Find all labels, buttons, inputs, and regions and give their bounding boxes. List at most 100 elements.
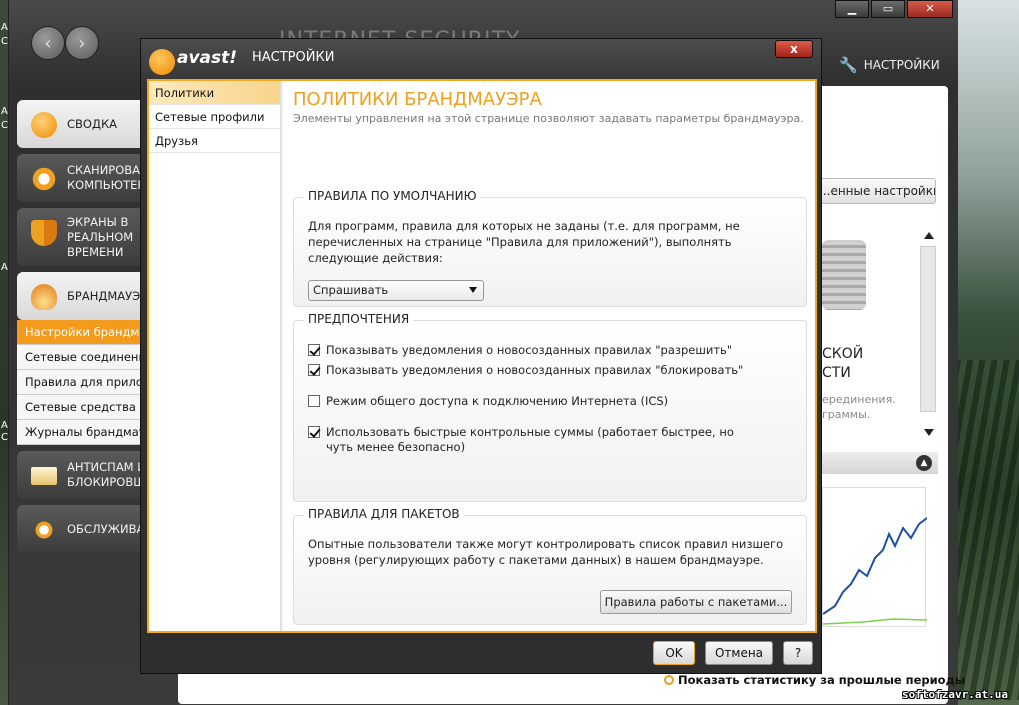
pref-ics-mode[interactable]: Режим общего доступа к подключению Интер… bbox=[308, 394, 792, 409]
nav-firewall-label: БРАНДМАУЭР bbox=[67, 289, 148, 303]
dialog-title: НАСТРОЙКИ bbox=[252, 50, 335, 65]
forward-arrow-icon[interactable]: › bbox=[65, 26, 99, 60]
default-action-select[interactable]: Спрашивать bbox=[308, 280, 484, 301]
nav-shields[interactable]: ЭКРАНЫ В РЕАЛЬНОМ ВРЕМЕНИ bbox=[17, 208, 151, 266]
background-text-fragment: ерединения. граммы. bbox=[822, 393, 896, 421]
pref-label: Режим общего доступа к подключению Интер… bbox=[326, 394, 669, 408]
settings-link-label: НАСТРОЙКИ bbox=[863, 58, 940, 72]
window-close-button[interactable]: ✕ bbox=[907, 0, 953, 18]
dialog-close-button[interactable]: x bbox=[775, 40, 813, 58]
pref-notify-block[interactable]: Показывать уведомления о новосозданных п… bbox=[308, 363, 792, 378]
avast-ball-icon bbox=[149, 49, 175, 75]
pref-label: Показывать уведомления о новосозданных п… bbox=[326, 363, 744, 377]
nav-antispam-label: АНТИСПАМ И БЛОКИРОВЩИК bbox=[67, 460, 151, 489]
background-text-fragment: СКОЙ СТИ bbox=[822, 346, 864, 381]
traffic-line-outgoing bbox=[822, 618, 928, 625]
dialog-content-frame: Политики Сетевые профили Друзья ПОЛИТИКИ… bbox=[147, 79, 817, 633]
maximize-button[interactable]: ▭ bbox=[871, 0, 905, 18]
sidebar-item-policies[interactable]: Политики bbox=[149, 81, 280, 105]
page-title: ПОЛИТИКИ БРАНДМАУЭРА bbox=[293, 89, 542, 110]
sidebar-item-friends[interactable]: Друзья bbox=[149, 129, 280, 153]
sidebar-item-network-profiles[interactable]: Сетевые профили bbox=[149, 105, 280, 129]
background-scrollbar[interactable] bbox=[920, 230, 936, 438]
nav-scan-label: СКАНИРОВАТЬ КОМПЬЮТЕР bbox=[67, 163, 151, 192]
minimize-button[interactable]: ▁ bbox=[835, 0, 869, 18]
traffic-graph bbox=[822, 487, 928, 627]
server-stack-icon bbox=[822, 240, 866, 310]
avast-logo-word: avast! bbox=[177, 48, 238, 68]
pref-label: Показывать уведомления о новосозданных п… bbox=[326, 343, 733, 357]
nav-antispam[interactable]: АНТИСПАМ И БЛОКИРОВЩИК bbox=[17, 451, 151, 499]
mail-envelope-icon bbox=[31, 467, 57, 485]
collapse-up-icon[interactable]: ▲ bbox=[916, 455, 932, 471]
packet-rules-description: Опытные пользователи также могут контрол… bbox=[308, 537, 784, 567]
desktop-icon-label: A bbox=[1, 262, 8, 273]
checkbox-icon[interactable] bbox=[308, 344, 320, 356]
pref-label: Использовать быстрые контрольные суммы (… bbox=[326, 425, 734, 454]
submenu-firewall-settings[interactable]: Настройки брандмауэра bbox=[17, 320, 151, 345]
traffic-line-incoming bbox=[822, 517, 928, 615]
checkbox-icon[interactable] bbox=[308, 364, 320, 376]
scan-magnifier-icon bbox=[31, 166, 57, 192]
nav-scan[interactable]: СКАНИРОВАТЬ КОМПЬЮТЕР bbox=[17, 154, 151, 202]
traffic-graph-svg bbox=[822, 517, 928, 625]
firewall-submenu: Настройки брандмауэра Сетевые соединения… bbox=[17, 320, 151, 445]
preferences-group: ПРЕДПОЧТЕНИЯ Показывать уведомления о но… bbox=[293, 312, 807, 502]
nav-shields-label: ЭКРАНЫ В РЕАЛЬНОМ ВРЕМЕНИ bbox=[67, 214, 134, 259]
submenu-application-rules[interactable]: Правила для приложений bbox=[17, 370, 151, 395]
page-subtitle: Элементы управления на этой странице поз… bbox=[293, 112, 804, 125]
watermark: softofzavr.at.ua bbox=[902, 688, 1008, 701]
desktop-icon-label: C bbox=[1, 432, 8, 443]
nav-summary-label: СВОДКА bbox=[67, 117, 117, 131]
desktop-icon-label: A bbox=[1, 22, 8, 33]
pref-fast-checksums[interactable]: Использовать быстрые контрольные суммы (… bbox=[308, 425, 792, 455]
chevron-down-icon bbox=[469, 287, 477, 293]
desktop-icon-label: C bbox=[1, 36, 8, 47]
submenu-firewall-logs[interactable]: Журналы брандмауэра bbox=[17, 420, 151, 445]
shield-icon bbox=[31, 220, 57, 246]
nav-summary[interactable]: СВОДКА bbox=[17, 100, 151, 148]
default-rules-description: Для программ, правила для которых не зад… bbox=[308, 219, 740, 265]
desktop-icon-label: A bbox=[1, 420, 8, 431]
desktop-icon-label: A bbox=[1, 106, 8, 117]
show-history-label: Показать статистику за прошлые периоды bbox=[678, 673, 966, 687]
show-history-option[interactable]: Показать статистику за прошлые периоды bbox=[664, 673, 965, 687]
avast-logo: avast! bbox=[149, 47, 237, 77]
default-rules-group: ПРАВИЛА ПО УМОЛЧАНИЮ Для программ, прави… bbox=[293, 189, 807, 307]
checkbox-icon[interactable] bbox=[308, 426, 320, 438]
collapse-bar: ▲ bbox=[822, 452, 938, 474]
packet-rules-button[interactable]: Правила работы с пакетами... bbox=[600, 590, 792, 614]
dialog-sidebar: Политики Сетевые профили Друзья bbox=[149, 81, 281, 631]
checkbox-icon[interactable] bbox=[308, 395, 320, 407]
back-arrow-icon[interactable]: ‹ bbox=[31, 26, 65, 60]
nav-maintenance-label: ОБСЛУЖИВАНИЕ bbox=[67, 522, 151, 536]
nav-maintenance[interactable]: ОБСЛУЖИВАНИЕ bbox=[17, 505, 151, 553]
group-title: ПРЕДПОЧТЕНИЯ bbox=[304, 312, 414, 326]
firewall-flame-icon bbox=[31, 284, 57, 310]
settings-dialog: avast! НАСТРОЙКИ x Политики Сетевые проф… bbox=[140, 38, 822, 674]
background-settings-button[interactable]: ...енные настройки bbox=[812, 178, 936, 204]
radio-icon[interactable] bbox=[664, 675, 674, 685]
cancel-button[interactable]: Отмена bbox=[705, 641, 773, 665]
scroll-down-arrow-icon[interactable] bbox=[924, 429, 934, 436]
group-title: ПРАВИЛА ДЛЯ ПАКЕТОВ bbox=[304, 507, 464, 521]
policies-content: ПОЛИТИКИ БРАНДМАУЭРА Элементы управления… bbox=[293, 81, 809, 631]
ok-button[interactable]: OK bbox=[653, 641, 695, 665]
sidebar-divider bbox=[281, 81, 283, 631]
help-button[interactable]: ? bbox=[783, 641, 813, 665]
packet-rules-group: ПРАВИЛА ДЛЯ ПАКЕТОВ Опытные пользователи… bbox=[293, 507, 807, 625]
submenu-network-connections[interactable]: Сетевые соединения bbox=[17, 345, 151, 370]
scroll-thumb[interactable] bbox=[920, 246, 936, 412]
desktop-wallpaper bbox=[955, 0, 1019, 705]
scroll-up-arrow-icon[interactable] bbox=[924, 232, 934, 239]
desktop-icon-label: C bbox=[1, 120, 8, 131]
pref-notify-allow[interactable]: Показывать уведомления о новосозданных п… bbox=[308, 343, 792, 358]
summary-icon bbox=[31, 112, 57, 138]
submenu-network-tools[interactable]: Сетевые средства bbox=[17, 395, 151, 420]
maintenance-gear-icon bbox=[31, 517, 57, 543]
default-action-value: Спрашивать bbox=[313, 283, 389, 297]
group-title: ПРАВИЛА ПО УМОЛЧАНИЮ bbox=[304, 189, 481, 203]
nav-firewall[interactable]: БРАНДМАУЭР bbox=[17, 272, 151, 320]
settings-link[interactable]: 🔧 НАСТРОЙКИ bbox=[839, 56, 940, 74]
wrench-icon: 🔧 bbox=[839, 56, 858, 74]
